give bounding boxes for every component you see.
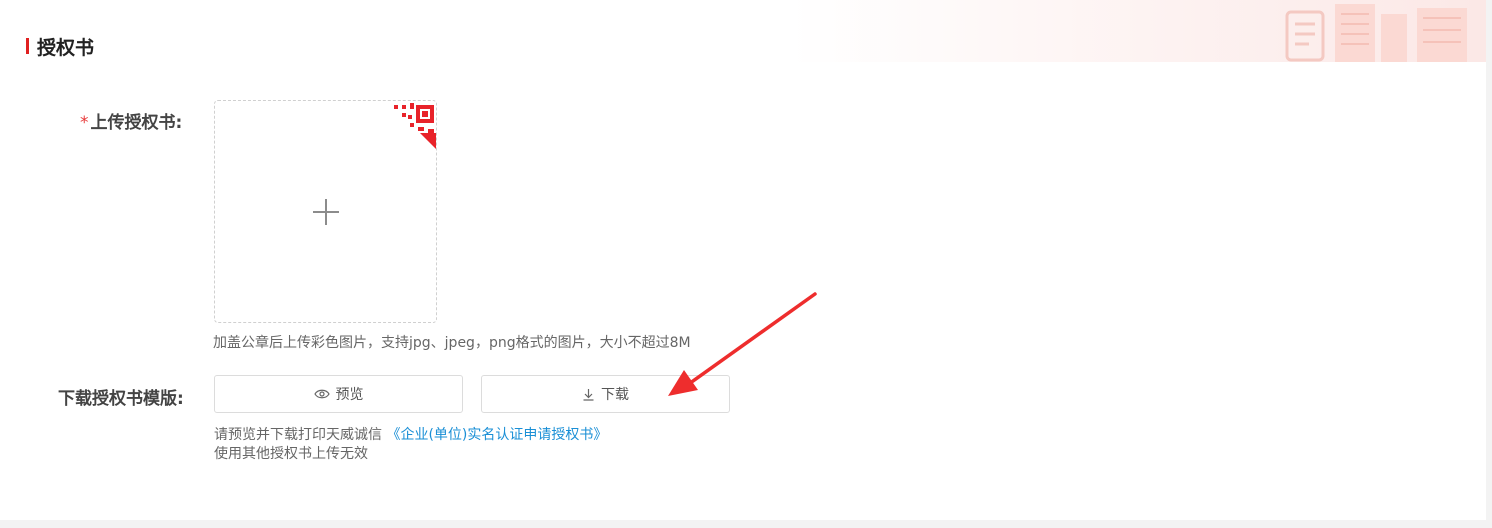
plus-icon bbox=[313, 199, 339, 225]
title-accent-bar bbox=[26, 38, 29, 54]
download-icon bbox=[583, 388, 594, 401]
download-button-label: 下载 bbox=[601, 387, 629, 403]
preview-button[interactable]: 预览 bbox=[214, 375, 463, 413]
upload-label: * 上传授权书: bbox=[80, 108, 182, 133]
upload-hint: 加盖公章后上传彩色图片，支持jpg、jpeg，png格式的图片，大小不超过8M bbox=[213, 335, 691, 351]
eye-icon bbox=[313, 389, 330, 399]
header-decoration bbox=[790, 0, 1487, 62]
scrollbar-track bbox=[1486, 0, 1492, 528]
template-note: 请预览并下载打印天威诚信 《企业(单位)实名认证申请授权书》 bbox=[214, 424, 607, 444]
section-header: 授权书 bbox=[26, 34, 95, 59]
section-title: 授权书 bbox=[37, 36, 95, 59]
qr-code-corner-icon bbox=[388, 101, 436, 149]
template-note-line2: 使用其他授权书上传无效 bbox=[214, 446, 368, 462]
template-note-text: 请预览并下载打印天威诚信 bbox=[214, 427, 387, 443]
preview-button-label: 预览 bbox=[335, 387, 364, 403]
annotation-arrow-icon bbox=[668, 292, 817, 396]
upload-label-text: 上传授权书: bbox=[90, 113, 183, 133]
authorization-template-link[interactable]: 《企业(单位)实名认证申请授权书》 bbox=[386, 427, 607, 443]
template-label: 下载授权书模版: bbox=[58, 389, 184, 409]
required-mark: * bbox=[80, 113, 89, 133]
bottom-divider bbox=[0, 520, 1492, 528]
upload-authorization-box[interactable] bbox=[214, 100, 437, 323]
document-illustration-icon bbox=[1285, 4, 1467, 62]
